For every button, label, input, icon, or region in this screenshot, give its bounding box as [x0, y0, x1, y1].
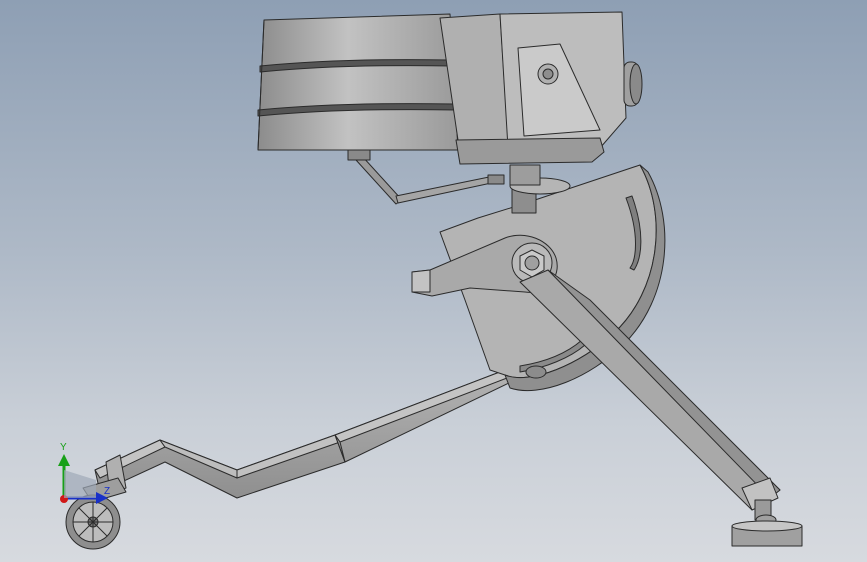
cad-model-view[interactable] — [0, 0, 867, 562]
ammo-drum — [257, 13, 459, 151]
foot-pad — [731, 514, 803, 547]
triad-y-arrowhead — [58, 454, 70, 466]
graphics-viewport[interactable]: Y Z — [0, 0, 867, 562]
gun-housing — [439, 11, 643, 165]
rear-leg-boom — [94, 369, 516, 499]
triad-z-label: Z — [104, 486, 111, 497]
triad-y-label: Y — [60, 442, 67, 453]
